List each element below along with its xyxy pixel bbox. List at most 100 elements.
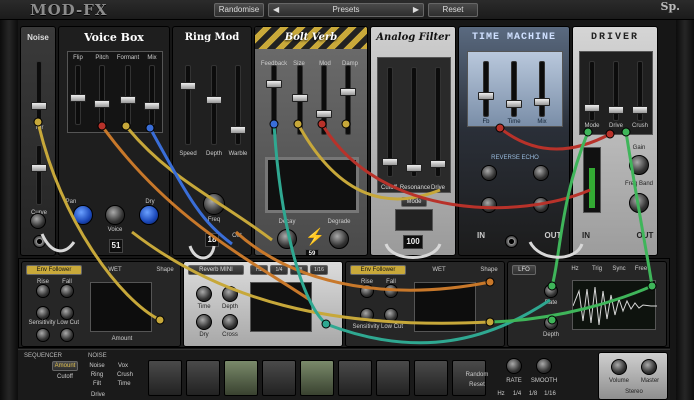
env1-sense-knob[interactable] — [60, 328, 74, 342]
voice-voice-knob[interactable] — [105, 205, 125, 225]
lfo-tab-free[interactable]: Free — [632, 266, 650, 272]
env1-sens-knob[interactable] — [36, 306, 50, 320]
fader-cap[interactable] — [430, 160, 446, 168]
env2-rise-knob[interactable] — [360, 284, 374, 298]
noise-crush-label[interactable]: Crush — [114, 372, 136, 378]
sequencer-step-pad[interactable] — [376, 360, 410, 396]
seq-tab-1-4[interactable]: 1/4 — [510, 391, 524, 397]
reverb-depth-knob[interactable] — [222, 286, 238, 302]
noise-vox-label[interactable]: Vox — [114, 363, 132, 369]
noise-noise-label[interactable]: Noise — [88, 363, 106, 369]
bolt-mod-fader[interactable] — [316, 65, 332, 135]
seq-tab-1-16[interactable]: 1/16 — [542, 391, 558, 397]
lfo-depth-knob[interactable] — [544, 316, 558, 330]
sequencer-step-pad[interactable] — [414, 360, 448, 396]
sequencer-step-pad[interactable] — [300, 360, 334, 396]
fader-cap[interactable] — [382, 158, 398, 166]
sequencer-step-pad[interactable] — [338, 360, 372, 396]
presets-prev-icon[interactable]: ◀ — [273, 4, 279, 16]
time-knob-4[interactable] — [533, 197, 549, 213]
fader-cap[interactable] — [144, 102, 160, 110]
seq-smooth-knob[interactable] — [536, 358, 552, 374]
time-mix-fader[interactable] — [534, 61, 550, 117]
sequencer-step-pad[interactable] — [224, 360, 258, 396]
presets-dropdown[interactable]: ◀ Presets ▶ — [268, 3, 424, 17]
fader-cap[interactable] — [316, 110, 332, 118]
reverb-tab-hz[interactable]: Hz — [250, 265, 268, 275]
bolt-decay-knob[interactable] — [277, 229, 297, 249]
sequencer-step-pad[interactable] — [186, 360, 220, 396]
fader-cap[interactable] — [94, 100, 110, 108]
voice-dry-knob[interactable] — [139, 205, 159, 225]
seq-tab-1-8[interactable]: 1/8 — [526, 391, 540, 397]
noise-thr-fader[interactable] — [31, 61, 47, 121]
time-time-fader[interactable] — [506, 61, 522, 117]
fader-cap[interactable] — [206, 96, 222, 104]
voice-flip-fader[interactable] — [70, 65, 86, 125]
env2-fall-knob[interactable] — [384, 284, 398, 298]
filter-drive-fader[interactable] — [430, 67, 446, 177]
reverb-tab-1-16[interactable]: 1/16 — [310, 265, 328, 275]
sequencer-step-pad[interactable] — [148, 360, 182, 396]
fader-cap[interactable] — [70, 94, 86, 102]
noise-filt-label[interactable]: Filt — [88, 381, 106, 387]
seq-reset-label[interactable]: Reset — [464, 382, 490, 388]
env1-fall-knob[interactable] — [60, 284, 74, 298]
fader-cap[interactable] — [340, 88, 356, 96]
time-knob-2[interactable] — [533, 165, 549, 181]
reverb-cross-knob[interactable] — [222, 314, 238, 330]
randomise-button[interactable]: Randomise — [214, 3, 264, 17]
env2-lowcut-knob[interactable] — [384, 308, 398, 322]
fader-cap[interactable] — [632, 106, 648, 114]
time-center-jack[interactable] — [505, 235, 518, 248]
env1-lowcut-knob[interactable] — [60, 306, 74, 320]
time-knob-3[interactable] — [481, 197, 497, 213]
seq-rate-knob[interactable] — [506, 358, 522, 374]
voice-pitch-fader[interactable] — [94, 65, 110, 125]
driver-mode-fader[interactable] — [584, 61, 600, 121]
output-volume-knob[interactable] — [611, 359, 627, 375]
env1-rise-knob[interactable] — [36, 284, 50, 298]
lfo-tab-hz[interactable]: Hz — [568, 266, 582, 272]
filter-resonance-fader[interactable] — [406, 67, 422, 177]
ring-freq-knob[interactable] — [203, 193, 225, 215]
seq-tab-hz[interactable]: Hz — [494, 391, 508, 397]
fader-cap[interactable] — [608, 106, 624, 114]
fader-cap[interactable] — [31, 102, 47, 110]
noise-in-jack[interactable] — [33, 235, 46, 248]
output-master-knob[interactable] — [641, 359, 657, 375]
driver-crush-fader[interactable] — [632, 61, 648, 121]
bolt-size-fader[interactable] — [292, 65, 308, 135]
reverb-tab-1-8[interactable]: 1/8 — [290, 265, 308, 275]
filter-cutoff-fader[interactable] — [382, 67, 398, 177]
presets-next-icon[interactable]: ▶ — [413, 4, 419, 16]
time-fb-fader[interactable] — [478, 61, 494, 117]
fader-cap[interactable] — [120, 96, 136, 104]
fader-cap[interactable] — [406, 164, 422, 172]
fader-cap[interactable] — [534, 98, 550, 106]
fader-cap[interactable] — [292, 94, 308, 102]
noise-curve-fader[interactable] — [31, 145, 47, 205]
seq-amount-button[interactable]: Amount — [52, 361, 78, 371]
fader-cap[interactable] — [180, 82, 196, 90]
driver-gain-knob[interactable] — [629, 155, 649, 175]
noise-time-label[interactable]: Time — [114, 381, 134, 387]
reverb-tab-1-4[interactable]: 1/4 — [270, 265, 288, 275]
fader-cap[interactable] — [584, 104, 600, 112]
fader-cap[interactable] — [266, 80, 282, 88]
voice-pan-knob[interactable] — [73, 205, 93, 225]
filter-mode-button[interactable]: Mode — [401, 197, 427, 207]
seq-random-label[interactable]: Random — [464, 372, 490, 378]
env1-fill-knob[interactable] — [36, 328, 50, 342]
ring-warble-fader[interactable] — [230, 65, 246, 145]
driver-drive-fader[interactable] — [608, 61, 624, 121]
voice-formant-fader[interactable] — [120, 65, 136, 125]
sequencer-step-pad[interactable] — [262, 360, 296, 396]
lfo-tab-trig[interactable]: Trig — [588, 266, 606, 272]
bolt-damp-fader[interactable] — [340, 65, 356, 135]
ring-depth-fader[interactable] — [206, 65, 222, 145]
lfo-rate-knob[interactable] — [544, 284, 558, 298]
env2-sens-knob[interactable] — [360, 308, 374, 322]
driver-freq-knob[interactable] — [629, 193, 649, 213]
lfo-tab-sync[interactable]: Sync — [610, 266, 628, 272]
